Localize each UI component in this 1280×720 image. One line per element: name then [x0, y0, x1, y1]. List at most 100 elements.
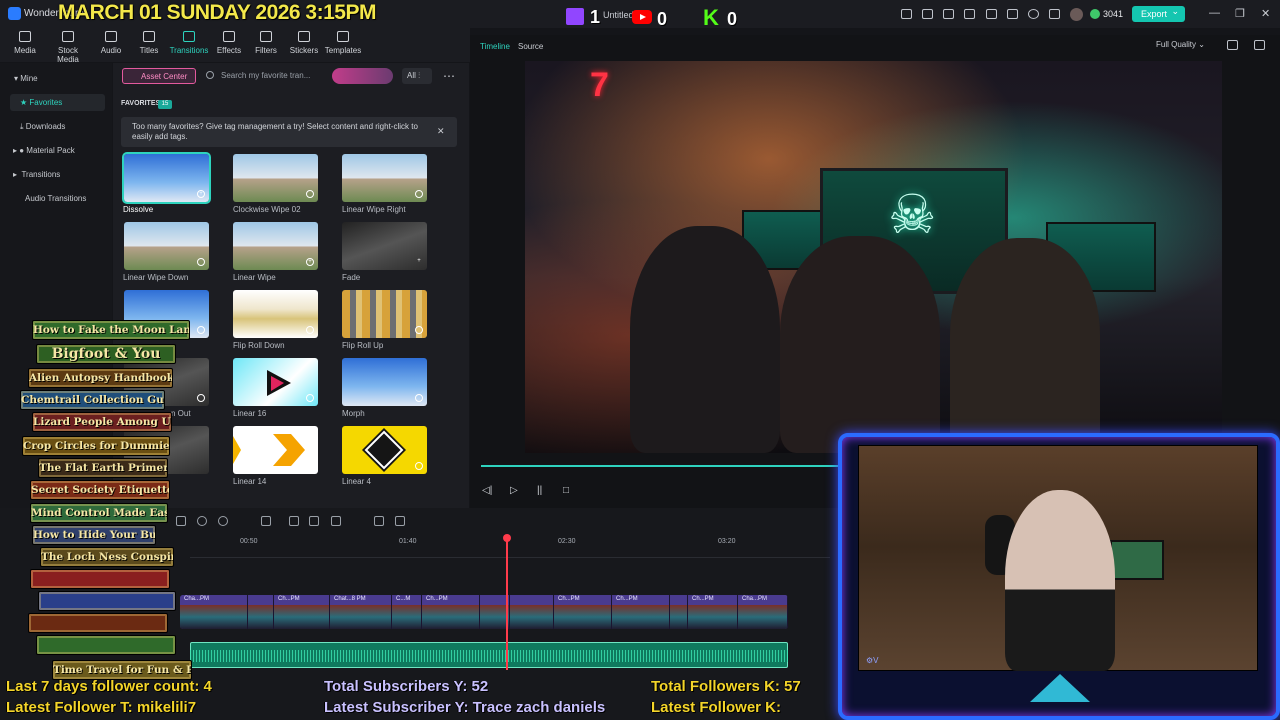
download-icon[interactable]	[415, 326, 423, 334]
playback-progress[interactable]	[481, 465, 841, 467]
video-clip[interactable]: Chat...8 PM	[330, 595, 392, 629]
playhead-handle[interactable]	[503, 534, 511, 542]
video-clip[interactable]: Ch...PM	[612, 595, 670, 629]
sidebar-item-transitions[interactable]: ▸ Transitions	[13, 170, 60, 179]
sidebar-item-material-pack[interactable]: ▸ ● Material Pack	[13, 146, 75, 155]
sidebar-item-mine[interactable]: ▾ Mine	[14, 74, 38, 83]
layout-icon[interactable]	[964, 9, 975, 19]
transition-thumb-linear-wipe-right[interactable]	[342, 154, 427, 202]
tool-stock-media[interactable]: Stock Media	[46, 31, 90, 64]
sidebar-item-downloads[interactable]: ⤓ Downloads	[20, 122, 65, 132]
download-icon[interactable]	[306, 326, 314, 334]
close-icon[interactable]: ✕	[1261, 7, 1270, 20]
video-clip[interactable]: Ch...PM	[274, 595, 330, 629]
quality-dropdown[interactable]: Full Quality ⌄	[1156, 40, 1205, 49]
credits-count: 3041	[1103, 9, 1124, 19]
credits-icon	[1090, 9, 1100, 19]
audio-icon	[105, 31, 117, 42]
search-icon	[206, 71, 214, 79]
translate-icon[interactable]	[395, 516, 405, 526]
fullscreen-icon[interactable]	[1254, 40, 1265, 50]
thumb-label: Linear Wipe Down	[123, 273, 189, 282]
sidebar-item-favorites[interactable]: ★ Favorites	[20, 98, 62, 107]
thumb-label: Dissolve	[123, 205, 154, 214]
support-icon[interactable]	[1028, 9, 1039, 19]
download-icon[interactable]	[415, 190, 423, 198]
add-icon[interactable]: +	[306, 258, 314, 266]
cloud-icon[interactable]	[1007, 9, 1018, 19]
tool-media[interactable]: Media	[3, 31, 47, 55]
tool-stickers[interactable]: Stickers	[282, 31, 326, 55]
search-input[interactable]: Search my favorite tran...	[221, 71, 310, 80]
sidebar-item-audio-transitions[interactable]: Audio Transitions	[25, 194, 86, 203]
transition-thumb-dissolve[interactable]: +	[122, 152, 211, 204]
add-icon[interactable]: +	[415, 258, 423, 266]
pause-icon[interactable]: ||	[537, 485, 542, 496]
download-icon[interactable]	[306, 394, 314, 402]
total-subscribers-youtube: Total Subscribers Y: 52	[324, 678, 489, 695]
export-button[interactable]: Export	[1132, 6, 1185, 22]
asset-center-button[interactable]: Asset Center	[122, 68, 196, 84]
transition-thumb-linear-wipe-down[interactable]	[124, 222, 209, 270]
video-clip[interactable]	[248, 595, 274, 629]
book-spine: Mind Control Made Easy	[30, 503, 168, 523]
video-track[interactable]: Cha...PM Ch...PM Chat...8 PM C...M Ch...…	[180, 595, 788, 629]
download-icon[interactable]	[306, 190, 314, 198]
audio-edit-icon[interactable]	[309, 516, 319, 526]
video-clip[interactable]	[670, 595, 688, 629]
transition-thumb-fade[interactable]: +	[342, 222, 427, 270]
color-icon[interactable]	[331, 516, 341, 526]
transition-thumb-flip-roll-up[interactable]	[342, 290, 427, 338]
avatar[interactable]	[1070, 8, 1083, 21]
download-icon[interactable]	[415, 462, 423, 470]
timer-icon[interactable]	[218, 516, 228, 526]
transition-thumb-linear-wipe[interactable]: +	[233, 222, 318, 270]
play-icon[interactable]: ▷	[510, 485, 518, 496]
download-icon[interactable]	[415, 394, 423, 402]
minimize-icon[interactable]: —	[1209, 7, 1220, 19]
video-clip[interactable]	[510, 595, 554, 629]
video-clip[interactable]: Ch...PM	[422, 595, 480, 629]
snapshot-icon[interactable]	[1227, 40, 1238, 50]
tool-titles[interactable]: Titles	[127, 31, 171, 55]
add-icon[interactable]: +	[197, 190, 205, 198]
transition-thumb-linear-14[interactable]	[233, 426, 318, 474]
gem-toggle[interactable]	[332, 68, 393, 84]
video-clip[interactable]: Ch...PM	[554, 595, 612, 629]
tab-timeline[interactable]: Timeline	[480, 42, 510, 51]
send-icon[interactable]	[922, 9, 933, 19]
more-icon[interactable]: ⋯	[443, 69, 455, 83]
monitor-icon[interactable]	[943, 9, 954, 19]
download-icon[interactable]	[197, 258, 205, 266]
grid-icon[interactable]	[1049, 9, 1060, 19]
filter-dropdown[interactable]: All ⫶	[402, 68, 432, 84]
save-icon[interactable]	[986, 9, 997, 19]
transition-thumb-morph[interactable]	[342, 358, 427, 406]
stop-icon[interactable]: □	[563, 485, 569, 496]
book-spine	[28, 613, 168, 633]
tool-transitions[interactable]: Transitions	[167, 31, 211, 55]
prev-frame-icon[interactable]: ◁|	[482, 485, 492, 496]
transition-thumb-flip-roll-down[interactable]	[233, 290, 318, 338]
download-icon[interactable]	[306, 462, 314, 470]
transition-thumb-linear-4[interactable]	[342, 426, 427, 474]
adjust-icon[interactable]	[261, 516, 271, 526]
total-followers-kick: Total Followers K: 57	[651, 678, 801, 695]
ai-icon[interactable]	[289, 516, 299, 526]
tool-templates[interactable]: Templates	[321, 31, 365, 55]
close-icon[interactable]: ✕	[437, 126, 445, 137]
webcam-logo: ⚙V	[866, 656, 879, 665]
tab-source[interactable]: Source	[518, 42, 543, 51]
gift-icon[interactable]	[901, 9, 912, 19]
playhead[interactable]	[506, 536, 508, 670]
video-clip[interactable]: Ch...PM	[688, 595, 738, 629]
video-clip[interactable]: C...M	[392, 595, 422, 629]
transition-thumb-linear-16[interactable]	[233, 358, 318, 406]
thumb-label: Fade	[342, 273, 361, 282]
maximize-icon[interactable]: ❐	[1235, 7, 1245, 20]
video-clip[interactable]: Cha...PM	[738, 595, 788, 629]
detach-icon[interactable]	[374, 516, 384, 526]
effects-icon	[223, 31, 235, 42]
transition-thumb-clockwise-wipe[interactable]	[233, 154, 318, 202]
thumb-label: Flip Roll Up	[342, 341, 384, 350]
